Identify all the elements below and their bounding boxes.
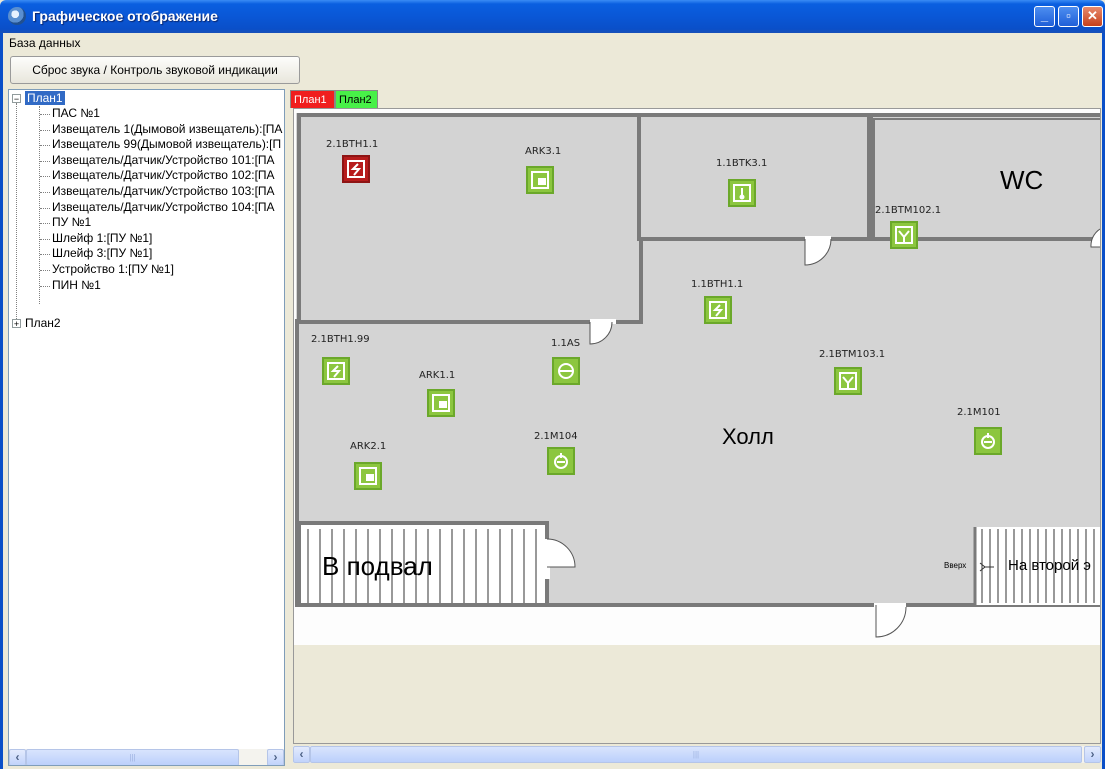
maximize-button[interactable]: ▫ bbox=[1058, 6, 1079, 27]
scroll-thumb[interactable]: ||| bbox=[26, 749, 239, 765]
device-label: ARK1.1 bbox=[419, 370, 456, 381]
scroll-left-icon[interactable]: ‹ bbox=[9, 749, 26, 765]
scroll-thumb[interactable]: ||| bbox=[310, 746, 1082, 763]
tree-connector bbox=[40, 254, 50, 256]
tab-plan2[interactable]: План2 bbox=[335, 90, 378, 108]
scroll-left-icon[interactable]: ‹ bbox=[293, 746, 310, 763]
tree-item[interactable]: Шлейф 1:[ПУ №1] bbox=[52, 231, 152, 246]
device-label: 1.1AS bbox=[551, 338, 581, 349]
menu-bar: База данных bbox=[3, 33, 1102, 53]
device-label: 2.1BTH1.99 bbox=[311, 334, 370, 345]
tree-item[interactable]: Извещатель/Датчик/Устройство 104:[ПА bbox=[52, 200, 275, 215]
device-label: 1.1BTH1.1 bbox=[691, 279, 744, 290]
tree-item[interactable]: ПУ №1 bbox=[52, 215, 91, 230]
tree-connector bbox=[39, 106, 40, 304]
tree-item[interactable]: Извещатель 1(Дымовой извещатель):[ПА bbox=[52, 122, 282, 137]
device-label: 1.1BTK3.1 bbox=[716, 158, 768, 169]
scroll-right-icon[interactable]: › bbox=[1084, 746, 1101, 763]
tree-item[interactable]: Устройство 1:[ПУ №1] bbox=[52, 262, 174, 277]
tree-connector bbox=[40, 176, 50, 178]
tree-connector bbox=[40, 192, 50, 193]
window-frame-left bbox=[0, 33, 3, 769]
tree-connector bbox=[40, 114, 50, 115]
room-label-wc: WC bbox=[1000, 165, 1044, 195]
close-button[interactable]: ✕ bbox=[1082, 6, 1103, 27]
plan-tree[interactable]: − План1 ПАС №1 Извещатель 1(Дымовой извещ… bbox=[8, 89, 285, 766]
device-label: 2.1BTM103.1 bbox=[819, 349, 886, 360]
expand-icon[interactable]: + bbox=[12, 319, 21, 329]
title-bar: Графическое отображение _ ▫ ✕ bbox=[0, 0, 1105, 33]
tree-connector bbox=[40, 145, 50, 147]
room-label-second-floor: На второй э bbox=[1008, 557, 1091, 574]
device-label: ARK2.1 bbox=[350, 441, 387, 452]
plan-hscrollbar[interactable]: ‹ ||| › bbox=[293, 746, 1101, 763]
floor-plan-canvas[interactable]: WC Холл В подвал На второй э Вверх 2.1BT… bbox=[293, 108, 1101, 744]
tree-connector bbox=[16, 103, 17, 323]
tree-root-plan1[interactable]: План1 bbox=[25, 91, 65, 106]
smoke-detector-icon[interactable] bbox=[704, 296, 732, 324]
stairs-up-label: Вверх bbox=[944, 561, 967, 570]
smoke-detector-icon[interactable] bbox=[322, 357, 350, 385]
minimize-button[interactable]: _ bbox=[1034, 6, 1055, 27]
heat-detector-icon[interactable] bbox=[728, 179, 756, 207]
tree-hscrollbar[interactable]: ‹ ||| › bbox=[9, 749, 284, 765]
tree-connector bbox=[40, 238, 50, 240]
room-label-hall: Холл bbox=[722, 424, 774, 449]
tree-item[interactable]: Извещатель/Датчик/Устройство 103:[ПА bbox=[52, 184, 275, 199]
combined-detector-icon[interactable] bbox=[834, 367, 862, 395]
tree-connector bbox=[40, 270, 50, 271]
tree-root-plan2[interactable]: План2 bbox=[25, 316, 61, 331]
window-title: Графическое отображение bbox=[32, 8, 218, 24]
ark-device-icon[interactable] bbox=[427, 389, 455, 417]
ark-device-icon[interactable] bbox=[526, 166, 554, 194]
device-label: ARK3.1 bbox=[525, 146, 562, 157]
manual-call-point-icon[interactable] bbox=[547, 447, 575, 475]
floor-plan: WC Холл В подвал На второй э Вверх 2.1BT… bbox=[294, 109, 1100, 645]
tree-item[interactable]: Извещатель/Датчик/Устройство 102:[ПА bbox=[52, 168, 275, 183]
tree-item[interactable]: ПАС №1 bbox=[52, 106, 100, 121]
device-label: 2.1M104 bbox=[534, 431, 578, 442]
tree-item[interactable]: Извещатель/Датчик/Устройство 101:[ПА bbox=[52, 153, 275, 168]
device-label: 2.1BTH1.1 bbox=[326, 139, 379, 150]
tree-item[interactable]: ПИН №1 bbox=[52, 278, 101, 293]
combined-detector-icon[interactable] bbox=[890, 221, 918, 249]
menu-database[interactable]: База данных bbox=[9, 36, 80, 50]
tree-item[interactable]: Шлейф 3:[ПУ №1] bbox=[52, 246, 152, 261]
manual-call-point-icon[interactable] bbox=[974, 427, 1002, 455]
siren-icon[interactable] bbox=[552, 357, 580, 385]
collapse-icon[interactable]: − bbox=[12, 94, 21, 104]
scroll-right-icon[interactable]: › bbox=[267, 749, 284, 765]
tree-connector bbox=[40, 160, 50, 162]
tree-connector bbox=[40, 285, 50, 287]
smoke-detector-alarm-icon[interactable] bbox=[342, 155, 370, 183]
tree-connector bbox=[40, 223, 50, 225]
room-label-basement: В подвал bbox=[322, 551, 433, 581]
reset-sound-button[interactable]: Сброс звука / Контроль звуковой индикаци… bbox=[10, 56, 300, 84]
tree-connector bbox=[40, 207, 50, 209]
device-label: 2.1M101 bbox=[957, 407, 1001, 418]
ark-device-icon[interactable] bbox=[354, 462, 382, 490]
tree-connector bbox=[40, 129, 50, 131]
tree-item[interactable]: Извещатель 99(Дымовой извещатель):[П bbox=[52, 137, 281, 152]
plan-pane: План1 План2 WC Холл В подвал На второй э… bbox=[290, 89, 1102, 766]
tab-plan1[interactable]: План1 bbox=[290, 90, 335, 108]
device-label: 2.1BTM102.1 bbox=[875, 205, 942, 216]
app-icon bbox=[8, 7, 26, 25]
